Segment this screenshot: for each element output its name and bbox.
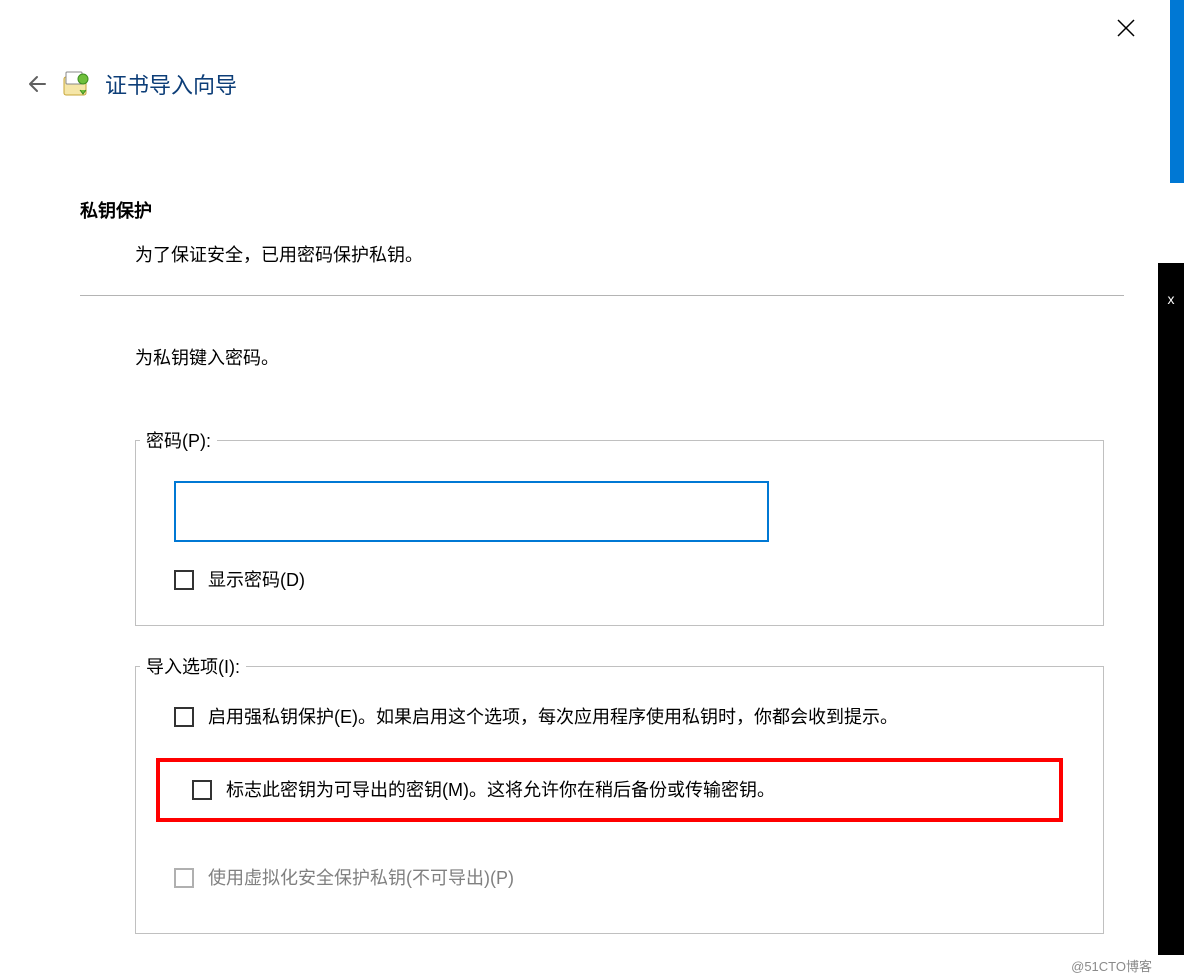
- watermark: @51CTO博客: [1071, 956, 1152, 975]
- exportable-checkbox[interactable]: [192, 780, 212, 800]
- section-subtitle: 为了保证安全，已用密码保护私钥。: [135, 241, 1124, 267]
- instruction-text: 为私钥键入密码。: [135, 344, 1124, 370]
- import-options-legend: 导入选项(I):: [140, 653, 246, 679]
- virtualized-checkbox: [174, 868, 194, 888]
- strong-protection-label: 启用强私钥保护(E)。如果启用这个选项，每次应用程序使用私钥时，你都会收到提示。: [208, 703, 898, 732]
- close-icon: [1116, 18, 1136, 38]
- right-dark-strip: x: [1158, 263, 1184, 955]
- virtualized-row: 使用虚拟化安全保护私钥(不可导出)(P): [174, 864, 1083, 893]
- password-legend: 密码(P):: [140, 427, 217, 453]
- arrow-left-icon: [23, 72, 47, 96]
- exportable-label: 标志此密钥为可导出的密钥(M)。这将允许你在稍后备份或传输密钥。: [226, 776, 775, 805]
- divider: [80, 295, 1124, 296]
- strong-protection-row: 启用强私钥保护(E)。如果启用这个选项，每次应用程序使用私钥时，你都会收到提示。: [174, 703, 1083, 732]
- exportable-highlight: 标志此密钥为可导出的密钥(M)。这将允许你在稍后备份或传输密钥。: [156, 758, 1063, 823]
- exportable-row: 标志此密钥为可导出的密钥(M)。这将允许你在稍后备份或传输密钥。: [192, 776, 1019, 805]
- certificate-wizard-icon: [61, 69, 91, 99]
- back-button[interactable]: [23, 72, 47, 96]
- show-password-row: 显示密码(D): [174, 566, 1083, 595]
- wizard-header: 证书导入向导: [23, 68, 237, 100]
- side-x-label: x: [1168, 291, 1175, 307]
- right-accent-strip: [1170, 0, 1184, 183]
- show-password-label: 显示密码(D): [208, 566, 305, 595]
- show-password-checkbox[interactable]: [174, 570, 194, 590]
- password-input[interactable]: [174, 481, 769, 542]
- strong-protection-checkbox[interactable]: [174, 707, 194, 727]
- password-fieldset: 密码(P): 显示密码(D): [135, 440, 1104, 626]
- wizard-title: 证书导入向导: [105, 68, 237, 100]
- close-button[interactable]: [1110, 12, 1142, 44]
- wizard-content: 私钥保护 为了保证安全，已用密码保护私钥。 为私钥键入密码。 密码(P): 显示…: [80, 197, 1124, 974]
- virtualized-label: 使用虚拟化安全保护私钥(不可导出)(P): [208, 864, 514, 893]
- import-options-fieldset: 导入选项(I): 启用强私钥保护(E)。如果启用这个选项，每次应用程序使用私钥时…: [135, 666, 1104, 934]
- section-title: 私钥保护: [80, 197, 1124, 223]
